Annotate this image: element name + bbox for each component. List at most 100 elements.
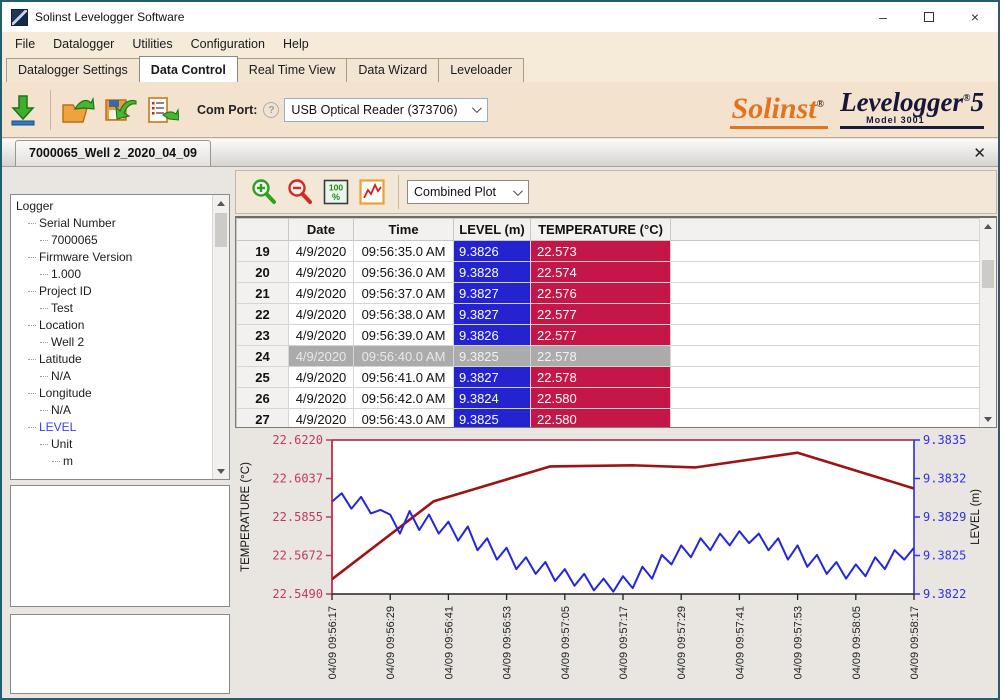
cell-date[interactable]: 4/9/2020 xyxy=(289,409,354,429)
chart-canvas[interactable]: 22.622022.603722.585522.567222.54909.383… xyxy=(235,430,997,698)
cell-num[interactable]: 25 xyxy=(237,367,289,388)
table-row[interactable]: 194/9/202009:56:35.0 AM9.382622.573 xyxy=(237,241,981,262)
header-date[interactable]: Date xyxy=(289,219,354,241)
tree-item[interactable]: Location xyxy=(11,317,229,334)
menu-utilities[interactable]: Utilities xyxy=(123,34,181,54)
cell-temp[interactable]: 22.580 xyxy=(531,409,671,429)
cell-level[interactable]: 9.3825 xyxy=(454,346,531,367)
tree-item[interactable]: Well 2 xyxy=(11,334,229,351)
tree-item[interactable]: 1.000 xyxy=(11,266,229,283)
cell-num[interactable]: 22 xyxy=(237,304,289,325)
cell-time[interactable]: 09:56:41.0 AM xyxy=(354,367,454,388)
tree-item[interactable]: 7000065 xyxy=(11,232,229,249)
cell-date[interactable]: 4/9/2020 xyxy=(289,367,354,388)
tree-item[interactable]: Longitude xyxy=(11,385,229,402)
help-icon[interactable]: ? xyxy=(263,102,279,118)
cell-level[interactable]: 9.3827 xyxy=(454,304,531,325)
cell-num[interactable]: 23 xyxy=(237,325,289,346)
plot-style-button[interactable] xyxy=(354,174,390,210)
menu-datalogger[interactable]: Datalogger xyxy=(44,34,123,54)
tree-item[interactable]: Logger xyxy=(11,198,229,215)
tree-item[interactable]: Serial Number xyxy=(11,215,229,232)
cell-level[interactable]: 9.3827 xyxy=(454,283,531,304)
plot-type-select[interactable]: Combined Plot xyxy=(407,180,529,204)
cell-level[interactable]: 9.3826 xyxy=(454,241,531,262)
tree-item[interactable]: Latitude xyxy=(11,351,229,368)
cell-temp[interactable]: 22.578 xyxy=(531,346,671,367)
table-scrollbar[interactable] xyxy=(979,218,996,427)
tree-item[interactable]: N/A xyxy=(11,368,229,385)
table-row[interactable]: 204/9/202009:56:36.0 AM9.382822.574 xyxy=(237,262,981,283)
table-row[interactable]: 234/9/202009:56:39.0 AM9.382622.577 xyxy=(237,325,981,346)
cell-date[interactable]: 4/9/2020 xyxy=(289,283,354,304)
tree-item[interactable]: Test xyxy=(11,300,229,317)
cell-time[interactable]: 09:56:36.0 AM xyxy=(354,262,454,283)
tree-item[interactable]: Project ID xyxy=(11,283,229,300)
table-row[interactable]: 214/9/202009:56:37.0 AM9.382722.576 xyxy=(237,283,981,304)
scroll-down-icon[interactable] xyxy=(213,463,229,479)
cell-temp[interactable]: 22.577 xyxy=(531,304,671,325)
save-file-button[interactable] xyxy=(99,88,141,132)
cell-level[interactable]: 9.3824 xyxy=(454,388,531,409)
table-row[interactable]: 224/9/202009:56:38.0 AM9.382722.577 xyxy=(237,304,981,325)
cell-date[interactable]: 4/9/2020 xyxy=(289,262,354,283)
header-temperature[interactable]: TEMPERATURE (°C) xyxy=(531,219,671,241)
table-row[interactable]: 264/9/202009:56:42.0 AM9.382422.580 xyxy=(237,388,981,409)
tab-data-wizard[interactable]: Data Wizard xyxy=(346,58,439,82)
tab-real-time-view[interactable]: Real Time View xyxy=(237,58,348,82)
tab-datalogger-settings[interactable]: Datalogger Settings xyxy=(6,58,140,82)
cell-time[interactable]: 09:56:39.0 AM xyxy=(354,325,454,346)
cell-num[interactable]: 24 xyxy=(237,346,289,367)
cell-time[interactable]: 09:56:35.0 AM xyxy=(354,241,454,262)
cell-date[interactable]: 4/9/2020 xyxy=(289,241,354,262)
com-port-select[interactable]: USB Optical Reader (373706) xyxy=(284,98,488,122)
zoom-100-button[interactable]: 100 % xyxy=(318,174,354,210)
scroll-down-icon[interactable] xyxy=(980,411,996,427)
cell-temp[interactable]: 22.576 xyxy=(531,283,671,304)
zoom-out-button[interactable] xyxy=(282,174,318,210)
tab-leveloader[interactable]: Leveloader xyxy=(438,58,524,82)
table-scrollbar-thumb[interactable] xyxy=(982,260,994,288)
scroll-up-icon[interactable] xyxy=(980,218,996,234)
tab-data-control[interactable]: Data Control xyxy=(139,56,238,82)
tree-item[interactable]: m xyxy=(11,453,229,470)
tree-item[interactable]: LEVEL xyxy=(11,419,229,436)
table-row[interactable]: 274/9/202009:56:43.0 AM9.382522.580 xyxy=(237,409,981,429)
document-tab[interactable]: 7000065_Well 2_2020_04_09 xyxy=(15,140,211,166)
cell-date[interactable]: 4/9/2020 xyxy=(289,325,354,346)
cell-num[interactable]: 26 xyxy=(237,388,289,409)
zoom-in-button[interactable] xyxy=(246,174,282,210)
cell-temp[interactable]: 22.573 xyxy=(531,241,671,262)
menu-help[interactable]: Help xyxy=(274,34,318,54)
cell-time[interactable]: 09:56:37.0 AM xyxy=(354,283,454,304)
download-data-button[interactable] xyxy=(2,88,44,132)
cell-date[interactable]: 4/9/2020 xyxy=(289,304,354,325)
scroll-up-icon[interactable] xyxy=(213,195,229,211)
cell-time[interactable]: 09:56:40.0 AM xyxy=(354,346,454,367)
cell-num[interactable]: 27 xyxy=(237,409,289,429)
cell-date[interactable]: 4/9/2020 xyxy=(289,388,354,409)
header-time[interactable]: Time xyxy=(354,219,454,241)
cell-num[interactable]: 20 xyxy=(237,262,289,283)
cell-time[interactable]: 09:56:42.0 AM xyxy=(354,388,454,409)
tree-item[interactable]: Unit xyxy=(11,436,229,453)
cell-temp[interactable]: 22.580 xyxy=(531,388,671,409)
cell-level[interactable]: 9.3826 xyxy=(454,325,531,346)
open-file-button[interactable] xyxy=(57,88,99,132)
close-button[interactable]: × xyxy=(952,2,998,32)
header-level[interactable]: LEVEL (m) xyxy=(454,219,531,241)
cell-date[interactable]: 4/9/2020 xyxy=(289,346,354,367)
header-row-number[interactable] xyxy=(237,219,289,241)
tree-scrollbar[interactable] xyxy=(212,195,229,479)
maximize-button[interactable] xyxy=(906,2,952,32)
menu-configuration[interactable]: Configuration xyxy=(182,34,274,54)
cell-time[interactable]: 09:56:38.0 AM xyxy=(354,304,454,325)
menu-file[interactable]: File xyxy=(6,34,44,54)
document-close-icon[interactable]: ✕ xyxy=(973,146,986,161)
export-data-button[interactable] xyxy=(141,88,183,132)
cell-temp[interactable]: 22.577 xyxy=(531,325,671,346)
cell-num[interactable]: 19 xyxy=(237,241,289,262)
minimize-button[interactable]: – xyxy=(860,2,906,32)
tree-item[interactable]: Firmware Version xyxy=(11,249,229,266)
cell-temp[interactable]: 22.578 xyxy=(531,367,671,388)
